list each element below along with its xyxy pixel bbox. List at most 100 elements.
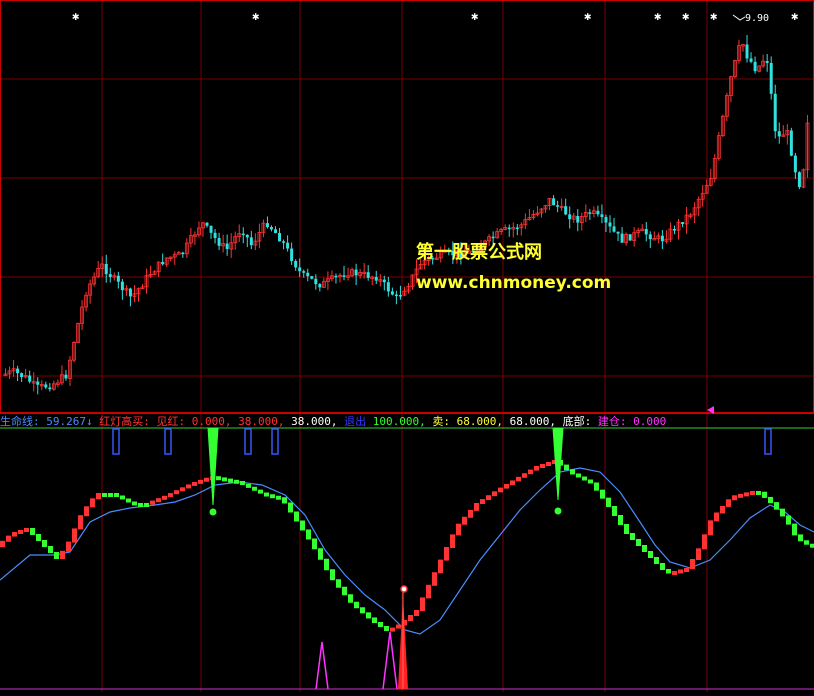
- signal-step-up: [516, 476, 521, 482]
- signal-step-up: [702, 534, 707, 550]
- signal-step-down: [288, 502, 293, 513]
- signal-step-down: [576, 473, 581, 478]
- signal-step-up: [738, 493, 743, 498]
- candle-body-down: [302, 271, 306, 273]
- signal-step-down: [48, 546, 53, 553]
- candle-body-down: [161, 261, 165, 265]
- indicator-header-sep: :: [443, 415, 457, 428]
- price-panel-border: [0, 0, 814, 413]
- signal-step-down: [300, 520, 305, 531]
- candle-body-down: [576, 215, 580, 223]
- signal-step-down: [282, 497, 287, 504]
- signal-step-down: [234, 479, 239, 484]
- signal-step-up: [690, 559, 695, 569]
- peak-price-label: 9.90: [745, 13, 769, 24]
- signal-step-down: [774, 502, 779, 510]
- exit-bar: [764, 428, 772, 455]
- signal-step-up: [510, 480, 515, 485]
- signal-step-down: [786, 515, 791, 525]
- signal-step-up: [708, 520, 713, 536]
- signal-step-up: [720, 505, 725, 514]
- signal-step-down: [606, 497, 611, 507]
- peak-pointer-icon: [732, 14, 746, 21]
- candle-body-down: [294, 260, 298, 268]
- candle-body-down: [777, 131, 781, 137]
- candle-body-down: [286, 242, 290, 249]
- candle-body-down: [515, 227, 519, 230]
- candle-body-down: [753, 61, 757, 72]
- indicator-header-suffix: ↓: [86, 415, 93, 428]
- candle-body-down: [564, 206, 568, 215]
- indicator-header-item: 建仓: 0.000: [598, 415, 666, 428]
- signal-step-down: [600, 489, 605, 499]
- signal-step-down: [564, 464, 569, 471]
- candle-body-down: [274, 229, 278, 234]
- signal-step-up: [204, 477, 209, 482]
- candle-body-down: [386, 282, 390, 292]
- signal-step-up: [168, 493, 173, 498]
- candle-body-down: [773, 93, 777, 132]
- indicator-header-sep: :: [619, 415, 634, 428]
- candle-body-down: [104, 263, 108, 275]
- signal-step-up: [84, 506, 89, 517]
- candle-body-down: [282, 241, 286, 243]
- indicator-header-item: 退出: [344, 415, 373, 428]
- signal-step-up: [528, 469, 533, 475]
- indicator-header-label: 卖: [432, 415, 444, 428]
- indicator-header-label: 红灯高买: [99, 415, 144, 428]
- sell-dot-icon: [209, 508, 217, 516]
- candle-body-down: [797, 172, 801, 188]
- signal-step-up: [486, 495, 491, 501]
- signal-step-up: [492, 491, 497, 497]
- candle-body-down: [108, 274, 112, 277]
- signal-step-up: [744, 492, 749, 497]
- signal-step-up: [396, 624, 401, 629]
- signal-step-down: [312, 538, 317, 550]
- indicator-header-item: 68.000,: [510, 415, 563, 428]
- indicator-header-value: 59.267: [46, 415, 86, 428]
- indicator-header-suffix: ,: [277, 415, 285, 428]
- indicator-header-item: 38.000,: [238, 415, 291, 428]
- top-marker-star-icon: ✱: [471, 9, 478, 23]
- signal-step-down: [792, 523, 797, 536]
- candle-body-down: [269, 227, 273, 230]
- signal-step-up: [504, 484, 509, 489]
- signal-step-down: [762, 491, 767, 498]
- signal-step-down: [294, 511, 299, 522]
- signal-step-up: [426, 584, 431, 599]
- candle-body-down: [793, 155, 797, 173]
- indicator-header-label: 底部: [562, 415, 585, 428]
- signal-step-up: [96, 493, 101, 500]
- bottom-build-spike: [382, 631, 398, 690]
- top-marker-star-icon: ✱: [710, 9, 717, 23]
- indicator-header-suffix: ,: [549, 415, 556, 428]
- candle-body-down: [318, 284, 322, 288]
- signal-step-up: [78, 515, 83, 530]
- candle-body-down: [209, 225, 213, 233]
- signal-step-down: [318, 548, 323, 560]
- exit-bar: [271, 428, 279, 455]
- indicator-header-item: 红灯高买:: [99, 415, 156, 428]
- signal-step-down: [378, 622, 383, 627]
- signal-step-up: [684, 568, 689, 572]
- signal-step-up: [156, 498, 161, 503]
- indicator-header-label: 生命线: [0, 415, 33, 428]
- candle-body-down: [366, 272, 370, 278]
- candle-body-down: [28, 375, 32, 382]
- candle-body-down: [765, 61, 769, 64]
- signal-step-down: [642, 545, 647, 552]
- chart-area[interactable]: ✱ ✱ ✱ ✱ ✱ ✱ ✱ ✱ 9.90 生命线: 59.267↓ 红灯高买: 见红: 0.0…: [0, 0, 814, 692]
- top-marker-star-icon: ✱: [654, 9, 661, 23]
- candle-body-down: [749, 58, 753, 62]
- candle-body-down: [628, 234, 632, 241]
- candle-body-down: [205, 222, 209, 226]
- signal-step-down: [120, 495, 125, 500]
- indicator-header-value: 38.000: [238, 415, 278, 428]
- indicator-header-item: 见红: 0.000,: [157, 415, 239, 428]
- signal-step-down: [246, 483, 251, 488]
- candle-body-down: [290, 248, 294, 261]
- chart-svg[interactable]: ✱ ✱ ✱ ✱ ✱ ✱ ✱ ✱ 9.90: [0, 0, 814, 692]
- candle-body-down: [354, 269, 358, 276]
- signal-step-up: [438, 559, 443, 574]
- candle-body-down: [181, 252, 185, 255]
